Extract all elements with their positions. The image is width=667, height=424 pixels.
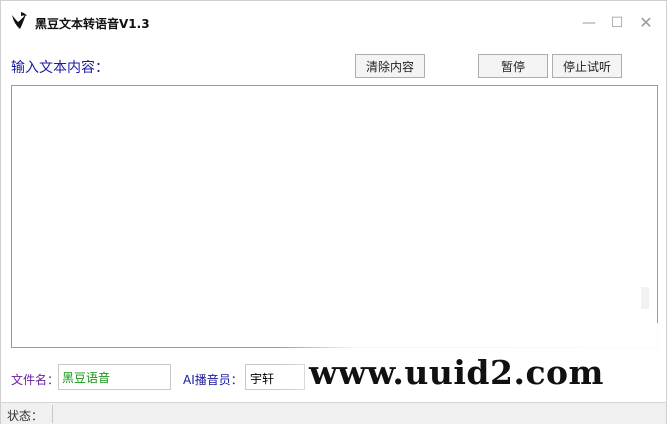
input-text-label: 输入文本内容： <box>11 60 109 76</box>
text-content-input[interactable] <box>11 85 658 348</box>
close-button[interactable]: ✕ <box>636 13 656 33</box>
window-title: 黑豆文本转语音V1.3 <box>35 17 150 31</box>
status-divider <box>52 405 53 423</box>
filename-input[interactable] <box>58 364 171 390</box>
announcer-label: AI播音员： <box>183 373 243 387</box>
minimize-button[interactable]: — <box>579 13 599 33</box>
bean-logo-icon <box>9 10 29 32</box>
filename-label: 文件名： <box>11 373 60 387</box>
clear-content-button[interactable]: 清除内容 <box>355 54 425 78</box>
maximize-button[interactable]: ☐ <box>607 13 627 33</box>
status-bar: 状态： <box>1 402 666 424</box>
stop-preview-button[interactable]: 停止试听 <box>552 54 622 78</box>
watermark-text: www.uuid2.com <box>309 353 604 392</box>
scrollbar-thumb[interactable] <box>641 287 649 309</box>
pause-button[interactable]: 暂停 <box>478 54 548 78</box>
title-bar[interactable]: 黑豆文本转语音V1.3 — ☐ ✕ <box>1 1 666 45</box>
status-label: 状态： <box>7 409 44 423</box>
app-window: 黑豆文本转语音V1.3 — ☐ ✕ 输入文本内容： 清除内容 暂停 停止试听 文… <box>0 0 667 424</box>
